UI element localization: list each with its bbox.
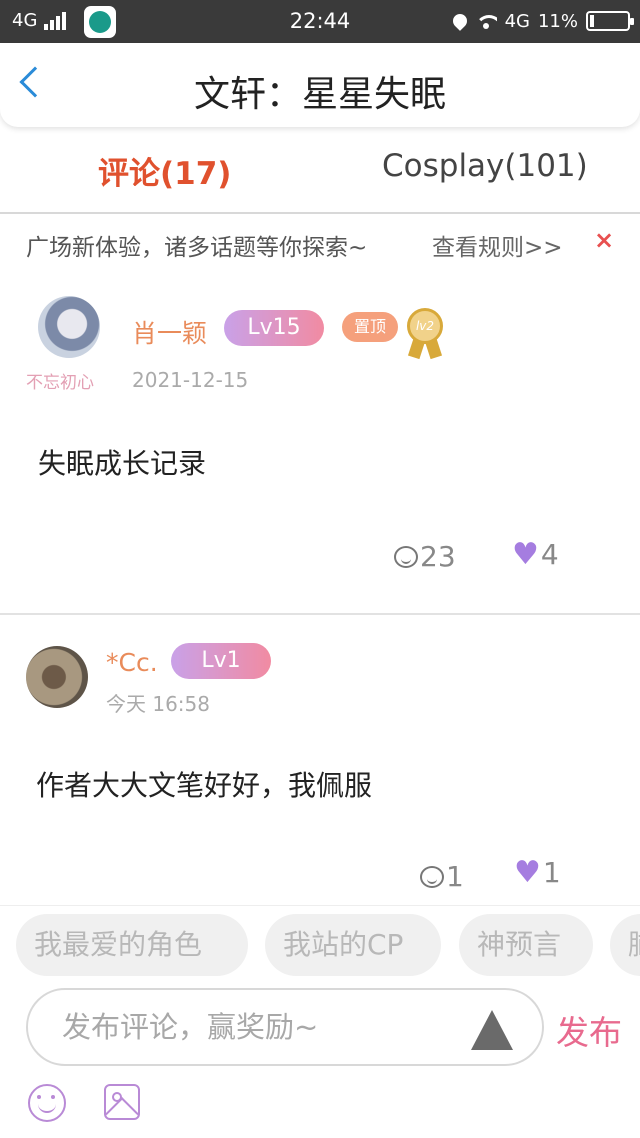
avatar[interactable]	[38, 296, 100, 358]
battery-icon	[586, 11, 634, 31]
avatar[interactable]	[26, 646, 88, 708]
reply-count: 23	[420, 540, 456, 573]
notice-text: 广场新体验，诸多话题等你探索~	[26, 235, 368, 261]
topic-chip[interactable]: 神预言	[459, 914, 593, 976]
level-badge: Lv1	[171, 643, 271, 679]
comment-box	[26, 988, 544, 1066]
reply-button[interactable]: 23	[394, 540, 456, 573]
location-icon	[449, 11, 470, 31]
image-icon[interactable]	[104, 1084, 140, 1120]
view-rules-link[interactable]: 查看规则>>	[432, 228, 563, 262]
comment-bubble-icon	[394, 545, 418, 568]
topic-chip[interactable]: 我站的CP	[265, 914, 441, 976]
username[interactable]: 肖一颖	[132, 314, 207, 350]
tab-comments[interactable]: 评论(17)	[98, 148, 231, 193]
user-tagline: 不忘初心	[26, 373, 94, 393]
notice-banner: 广场新体验，诸多话题等你探索~ 查看规则>> ×	[0, 222, 640, 262]
battery-percent: 11%	[537, 10, 578, 32]
network-right-label: 4G	[504, 10, 530, 32]
comment-bubble-icon	[420, 865, 444, 888]
topic-chip[interactable]: 脑	[610, 914, 640, 976]
heart-icon: ♥	[514, 854, 541, 890]
post-date: 2021-12-15	[132, 368, 249, 392]
comment-text[interactable]: 失眠成长记录	[38, 442, 206, 482]
medal-icon: lv2	[404, 306, 446, 360]
username[interactable]: *Cc.	[106, 648, 158, 677]
like-count: 1	[542, 856, 561, 889]
pinned-badge: 置顶	[342, 312, 398, 342]
topic-chips: 我最爱的角色 我站的CP 神预言 脑	[0, 914, 640, 976]
status-bar: 4G 22:44 4G 11%	[0, 0, 640, 43]
reply-button[interactable]: 1	[420, 860, 464, 893]
publish-button[interactable]: 发布	[556, 1006, 622, 1054]
topic-chip[interactable]: 我最爱的角色	[16, 914, 248, 976]
send-arrow-icon[interactable]	[471, 1010, 513, 1050]
wifi-icon	[474, 13, 497, 29]
reply-count: 1	[446, 860, 464, 893]
close-icon[interactable]: ×	[594, 226, 614, 254]
medal-label: lv2	[407, 308, 443, 344]
comment-input[interactable]	[62, 1004, 462, 1050]
tab-cosplay[interactable]: Cosplay(101)	[382, 148, 588, 184]
page-title: 文轩：星星失眠	[193, 74, 446, 115]
status-right: 4G 11%	[449, 10, 634, 32]
composer-area: 我最爱的角色 我站的CP 神预言 脑 发布	[0, 905, 640, 1138]
comment-item[interactable]: *Cc. Lv1 今天 16:58 作者大大文笔好好，我佩服 1 ♥ 1	[0, 630, 640, 905]
heart-icon: ♥	[512, 536, 539, 572]
post-date: 今天 16:58	[106, 692, 210, 716]
like-button[interactable]: ♥ 1	[514, 856, 561, 889]
smile-icon[interactable]	[28, 1084, 66, 1122]
like-count: 4	[540, 538, 559, 571]
header: 文轩：星星失眠	[0, 43, 640, 127]
level-badge: Lv15	[224, 310, 324, 346]
tab-bar: 评论(17) Cosplay(101)	[0, 138, 640, 200]
comment-text[interactable]: 作者大大文笔好好，我佩服	[36, 764, 372, 804]
like-button[interactable]: ♥ 4	[512, 538, 559, 571]
comment-item[interactable]: 不忘初心 肖一颖 Lv15 置顶 lv2 2021-12-15 失眠成长记录 2…	[0, 290, 640, 615]
divider	[0, 212, 640, 214]
